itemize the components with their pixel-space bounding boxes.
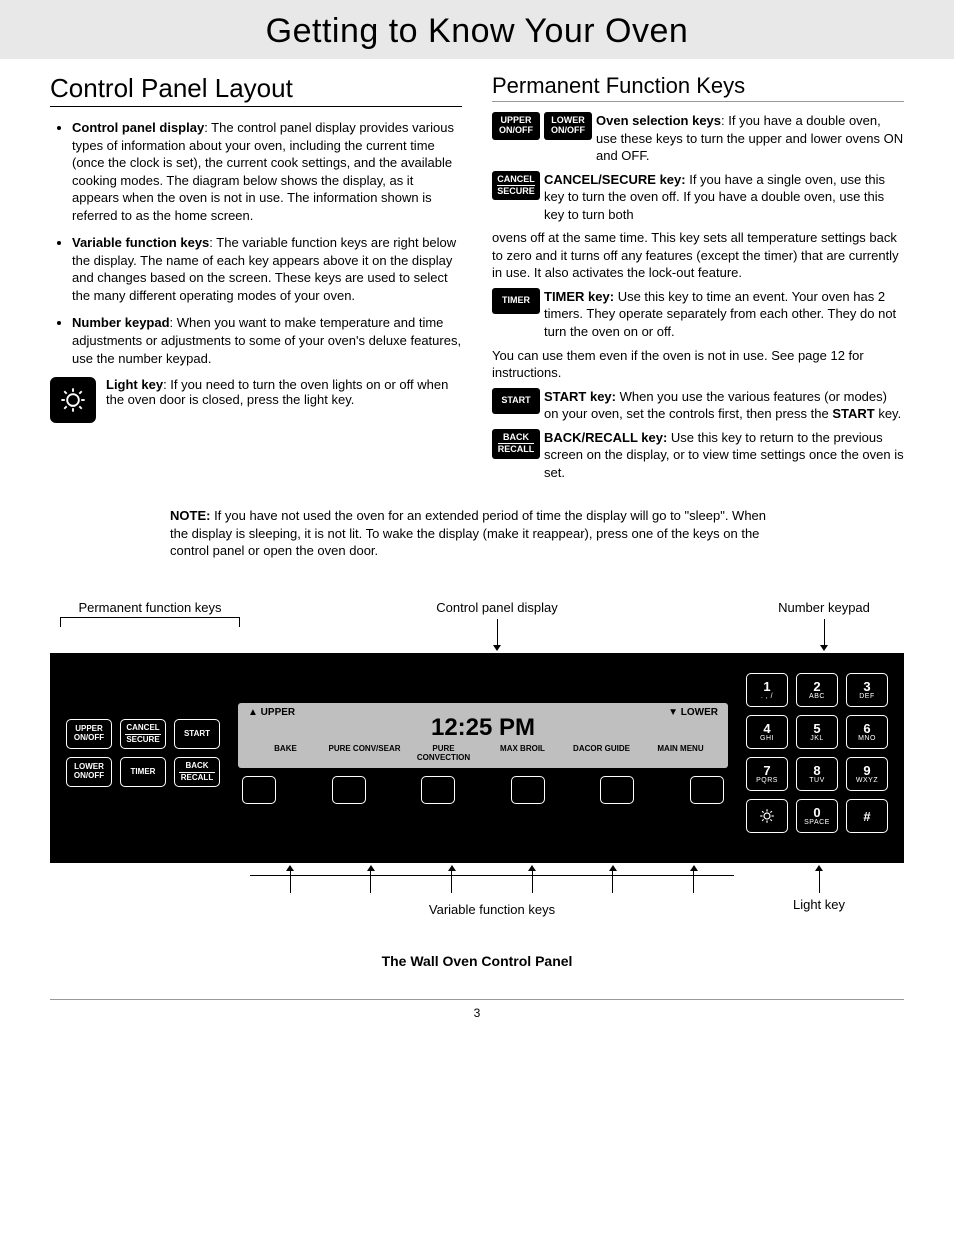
variable-key bbox=[690, 776, 724, 804]
section-permanent-function-keys: Permanent Function Keys bbox=[492, 73, 904, 102]
cancel-secure-key-icon: CANCELSECURE bbox=[492, 171, 540, 201]
list-lead: Control panel display bbox=[72, 120, 204, 135]
lower-onoff-key-icon: LOWERON/OFF bbox=[544, 112, 592, 140]
callout-display: Control panel display bbox=[417, 600, 577, 647]
callout-light-key: Light key bbox=[734, 897, 904, 912]
callout-variable-keys: Variable function keys bbox=[250, 902, 734, 917]
keypad-0: 0SPACE bbox=[796, 799, 838, 833]
list-lead: Light key bbox=[106, 377, 163, 392]
panel-timer: TIMER bbox=[120, 757, 166, 787]
callout-perm-keys: Permanent function keys bbox=[60, 600, 240, 647]
control-panel-diagram: UPPERON/OFF CANCELSECURE START LOWERON/O… bbox=[50, 653, 904, 863]
back-recall-text: BACK/RECALL key: Use this key to return … bbox=[544, 429, 904, 482]
timer-key-icon: TIMER bbox=[492, 288, 540, 314]
keypad-7: 7PQRS bbox=[746, 757, 788, 791]
mode-label: BAKE bbox=[248, 744, 323, 762]
keypad-8: 8TUV bbox=[796, 757, 838, 791]
upper-onoff-key-icon: UPPERON/OFF bbox=[492, 112, 540, 140]
panel-lower-onoff: LOWERON/OFF bbox=[66, 757, 112, 787]
light-icon bbox=[50, 377, 96, 423]
light-key-text: Light key: If you need to turn the oven … bbox=[106, 377, 462, 407]
keypad-hash: # bbox=[846, 799, 888, 833]
variable-key bbox=[600, 776, 634, 804]
lcd-upper-label: ▲ UPPER bbox=[248, 707, 295, 718]
list-lead: Number keypad bbox=[72, 315, 170, 330]
variable-key bbox=[421, 776, 455, 804]
cancel-secure-cont: ovens off at the same time. This key set… bbox=[492, 229, 904, 282]
feature-list: Control panel display: The control panel… bbox=[50, 119, 462, 367]
keypad-2: 2ABC bbox=[796, 673, 838, 707]
page-number: 3 bbox=[50, 999, 904, 1020]
lcd-lower-label: ▼ LOWER bbox=[668, 707, 718, 718]
number-keypad: 1. , / 2ABC 3DEF 4GHI 5JKL 6MNO 7PQRS 8T… bbox=[746, 673, 888, 833]
start-text: START key: When you use the various feat… bbox=[544, 388, 904, 423]
keypad-6: 6MNO bbox=[846, 715, 888, 749]
mode-label: MAX BROIL bbox=[485, 744, 560, 762]
mode-label: DACOR GUIDE bbox=[564, 744, 639, 762]
variable-key bbox=[332, 776, 366, 804]
keypad-light bbox=[746, 799, 788, 833]
diagram-caption: The Wall Oven Control Panel bbox=[50, 953, 904, 969]
list-item: Control panel display: The control panel… bbox=[72, 119, 462, 224]
list-item: Variable function keys: The variable fun… bbox=[72, 234, 462, 304]
lcd-display: ▲ UPPER ▼ LOWER 12:25 PM BAKE PURE CONV/… bbox=[238, 703, 728, 768]
keypad-1: 1. , / bbox=[746, 673, 788, 707]
keypad-5: 5JKL bbox=[796, 715, 838, 749]
panel-back-recall: BACKRECALL bbox=[174, 757, 220, 787]
list-body: : The control panel display provides var… bbox=[72, 120, 454, 223]
lcd-clock: 12:25 PM bbox=[248, 714, 718, 742]
list-item: Number keypad: When you want to make tem… bbox=[72, 314, 462, 367]
panel-start: START bbox=[174, 719, 220, 749]
variable-key bbox=[242, 776, 276, 804]
timer-cont: You can use them even if the oven is not… bbox=[492, 347, 904, 382]
cancel-secure-text: CANCEL/SECURE key: If you have a single … bbox=[544, 171, 904, 224]
page-title: Getting to Know Your Oven bbox=[0, 0, 954, 59]
note: NOTE: If you have not used the oven for … bbox=[170, 507, 784, 560]
panel-upper-onoff: UPPERON/OFF bbox=[66, 719, 112, 749]
start-key-icon: START bbox=[492, 388, 540, 414]
mode-label: PURE CONV/SEAR bbox=[327, 744, 402, 762]
keypad-9: 9WXYZ bbox=[846, 757, 888, 791]
mode-label: MAIN MENU bbox=[643, 744, 718, 762]
keypad-3: 3DEF bbox=[846, 673, 888, 707]
panel-cancel-secure: CANCELSECURE bbox=[120, 719, 166, 749]
list-lead: Variable function keys bbox=[72, 235, 209, 250]
keypad-4: 4GHI bbox=[746, 715, 788, 749]
back-recall-key-icon: BACKRECALL bbox=[492, 429, 540, 459]
timer-text: TIMER key: Use this key to time an event… bbox=[544, 288, 904, 341]
callout-keypad: Number keypad bbox=[754, 600, 894, 647]
mode-label: PURE CONVECTION bbox=[406, 744, 481, 762]
variable-key bbox=[511, 776, 545, 804]
oven-selection-text: Oven selection keys: If you have a doubl… bbox=[596, 112, 904, 165]
section-control-panel-layout: Control Panel Layout bbox=[50, 73, 462, 107]
